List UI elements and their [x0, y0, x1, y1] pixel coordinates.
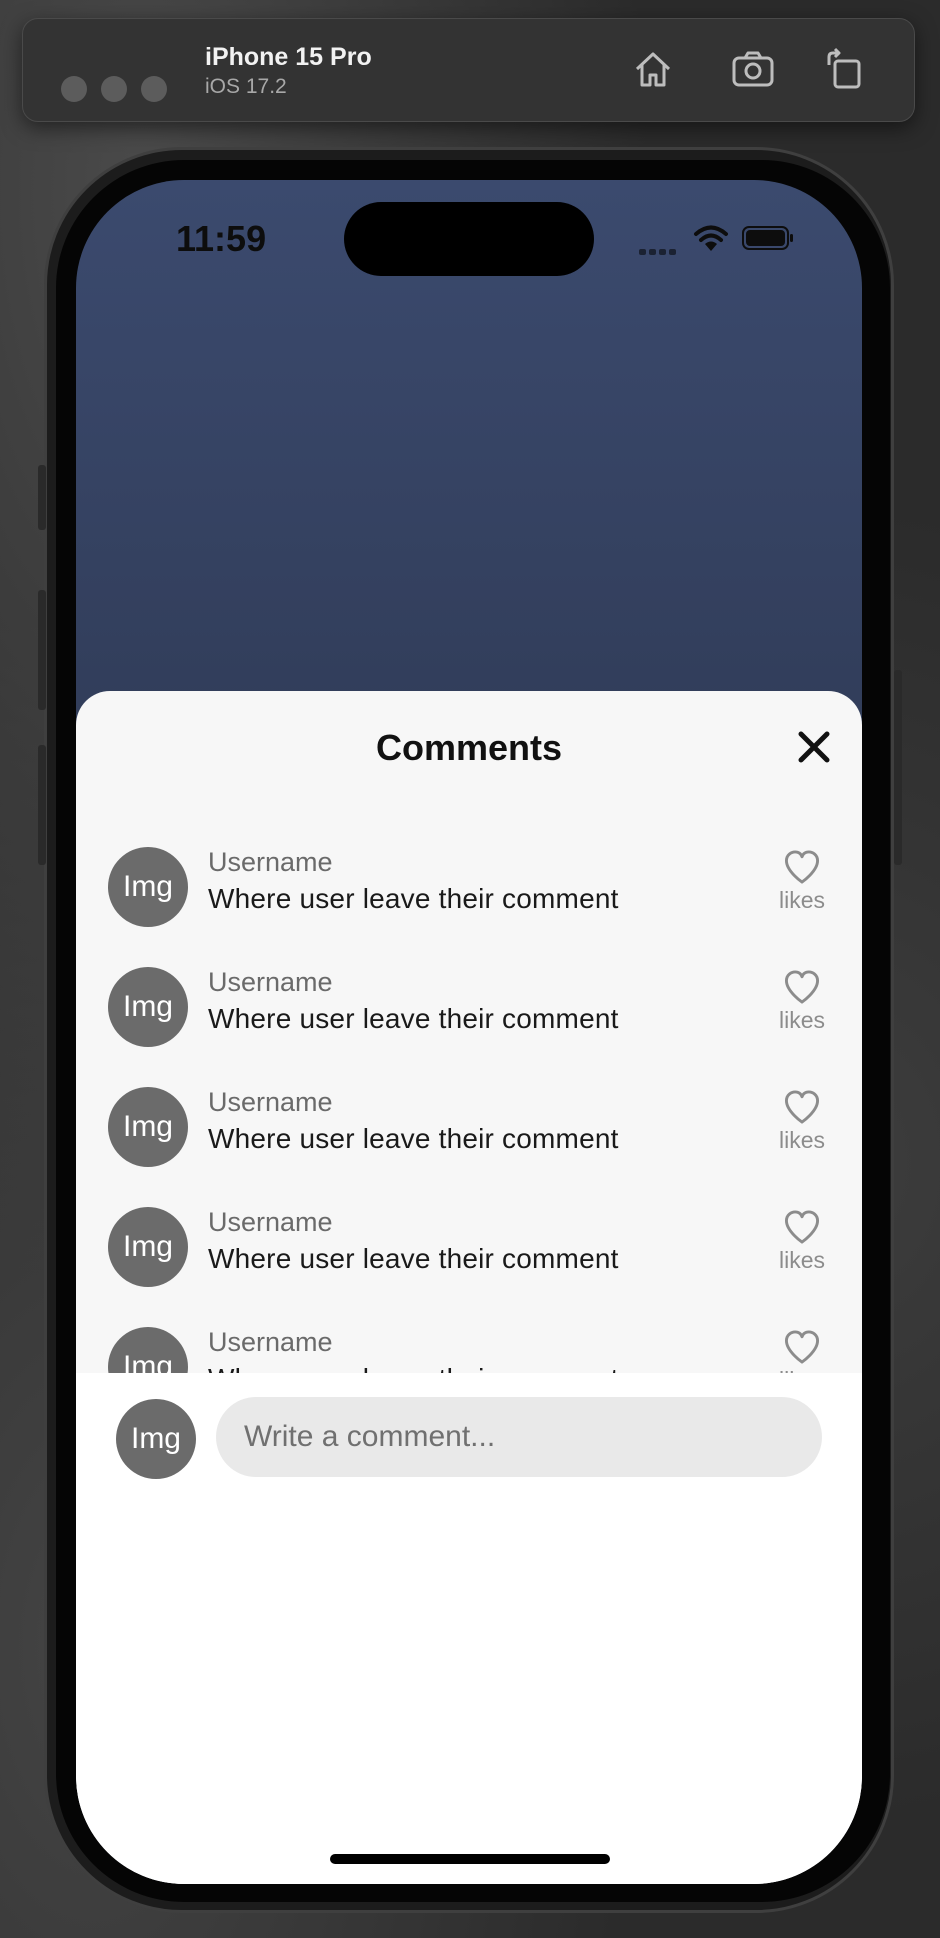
comment-text: Where user leave their comment	[208, 1243, 619, 1274]
home-icon[interactable]	[629, 45, 677, 93]
comment-composer: Img	[76, 1373, 862, 1884]
volume-down-button	[38, 745, 46, 865]
rotate-icon[interactable]	[819, 45, 867, 93]
screenshot-icon[interactable]	[729, 45, 777, 93]
comment-list[interactable]: Img Username Where user leave their commen…	[76, 815, 862, 1373]
comment-row[interactable]: Img Username Where user leave their commen…	[76, 847, 862, 967]
comment-input[interactable]	[216, 1397, 822, 1477]
likes-label: likes	[778, 1127, 825, 1153]
user-avatar[interactable]: Img	[108, 1207, 188, 1287]
heart-icon[interactable]	[782, 969, 822, 1005]
comment-row[interactable]: Img Username Where user leave their commen…	[76, 1207, 862, 1327]
comments-sheet: Comments Img Username Where user leave the…	[76, 691, 862, 1884]
comment-username[interactable]: Username	[208, 847, 333, 878]
sheet-title: Comments	[375, 727, 563, 768]
comment-username[interactable]: Username	[208, 1327, 333, 1358]
user-avatar[interactable]: Img	[108, 967, 188, 1047]
heart-icon[interactable]	[782, 1089, 822, 1125]
dynamic-island	[344, 202, 594, 276]
comment-text: Where user leave their comment	[208, 1363, 619, 1373]
likes-label: likes	[778, 1007, 825, 1033]
heart-icon[interactable]	[782, 1209, 822, 1245]
comment-row[interactable]: Img Username Where user leave their commen…	[76, 967, 862, 1087]
window-close-dot[interactable]	[61, 76, 87, 102]
home-indicator[interactable]	[330, 1854, 610, 1864]
simulator-os-version: iOS 17.2	[205, 75, 287, 98]
user-avatar[interactable]: Img	[108, 1327, 188, 1373]
simulator-title-bar: iPhone 15 Pro iOS 17.2	[22, 18, 915, 122]
comment-row[interactable]: Img Username Where user leave their commen…	[76, 1087, 862, 1207]
wifi-icon	[694, 225, 728, 251]
action-button	[38, 465, 46, 530]
comment-row[interactable]: Img Username Where user leave their commen…	[76, 1327, 862, 1373]
comment-username[interactable]: Username	[208, 1087, 333, 1118]
phone-screen: 11:59 Comments Img Username Where user lea…	[76, 180, 862, 1884]
status-time: 11:59	[176, 218, 267, 259]
comment-text: Where user leave their comment	[208, 1003, 619, 1034]
user-avatar[interactable]: Img	[108, 847, 188, 927]
comment-username[interactable]: Username	[208, 1207, 333, 1238]
heart-icon[interactable]	[782, 1329, 822, 1365]
likes-label: likes	[778, 887, 825, 913]
composer-avatar: Img	[116, 1399, 196, 1479]
window-zoom-dot[interactable]	[141, 76, 167, 102]
cellular-icon	[639, 242, 679, 260]
likes-label: likes	[778, 1247, 825, 1273]
comment-text: Where user leave their comment	[208, 1123, 619, 1154]
power-button	[894, 670, 902, 865]
battery-icon	[742, 226, 793, 250]
close-icon[interactable]	[794, 727, 834, 767]
window-minimize-dot[interactable]	[101, 76, 127, 102]
user-avatar[interactable]: Img	[108, 1087, 188, 1167]
heart-icon[interactable]	[782, 849, 822, 885]
simulator-device-name: iPhone 15 Pro	[205, 43, 372, 71]
comment-text: Where user leave their comment	[208, 883, 619, 914]
comment-username[interactable]: Username	[208, 967, 333, 998]
volume-up-button	[38, 590, 46, 710]
